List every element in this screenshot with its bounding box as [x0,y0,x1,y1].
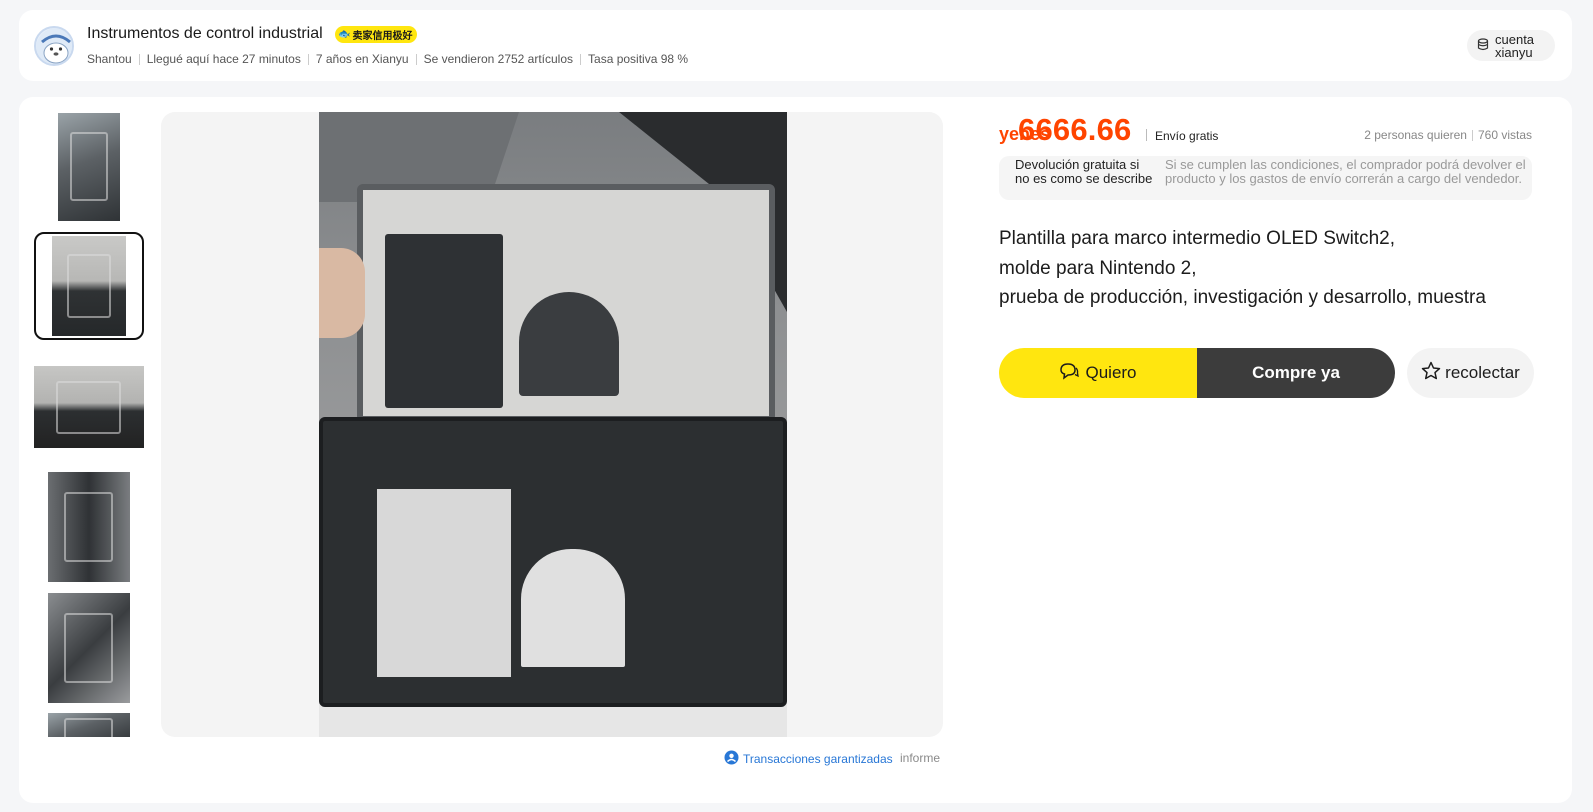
return-policy: Devolución gratuita si no es como se des… [999,156,1532,200]
product-title: Plantilla para marco intermedio OLED Swi… [999,224,1532,313]
finger [319,248,365,338]
seller-last-seen: Llegué aquí hace 27 minutos [146,52,301,66]
chat-bubble-icon [1059,362,1080,385]
divider [415,53,417,65]
divider [1146,129,1147,141]
account-button[interactable]: cuenta xianyu [1467,30,1555,61]
thumbnail[interactable] [34,593,144,703]
frame-bottom-part [319,417,787,707]
image-viewer[interactable] [161,112,943,737]
thumbnail[interactable] [34,472,144,582]
return-policy-title: Devolución gratuita si no es como se des… [1015,157,1153,186]
seller-positive-rate: Tasa positiva 98 % [588,52,689,66]
purchase-buttons: Quiero Compre ya [999,348,1395,398]
shield-user-icon [724,750,739,768]
seller-sold-count: Se vendieron 2752 artículos [423,52,574,66]
price-row: yenes 6666.66 Envío gratis 2 personas qu… [999,112,1532,152]
collect-label: recolectar [1445,363,1520,382]
thumbnail-image [58,113,120,221]
thumbnail-image [34,366,144,448]
divider [138,53,140,65]
thumbnail-image [48,713,130,737]
divider [580,53,582,65]
want-button[interactable]: Quiero [999,348,1197,398]
seller-avatar[interactable] [34,26,74,66]
thumbnail[interactable] [34,713,144,737]
seller-years: 7 años en Xianyu [315,52,409,66]
thumbnail-image [52,236,126,336]
product-card: Transacciones garantizadas informe yenes… [19,97,1572,803]
thumbnail-list[interactable] [34,112,144,737]
star-icon [1421,361,1441,385]
credit-badge: 🐟 卖家信用极好 [335,26,418,43]
return-policy-desc: Si se cumplen las condiciones, el compra… [1165,157,1526,186]
shipping-label: Envío gratis [1155,129,1219,143]
seller-location: Shantou [87,52,132,66]
product-title-line: prueba de producción, investigación y de… [999,287,1486,308]
guarantee-link[interactable]: Transacciones garantizadas [724,750,893,768]
seller-name[interactable]: Instrumentos de control industrial [87,25,323,43]
report-link[interactable]: informe [900,751,940,765]
thumbnail-active[interactable] [34,232,144,340]
credit-badge-label: 卖家信用极好 [352,31,413,42]
divider [1471,129,1473,141]
product-title-line: Plantilla para marco intermedio OLED Swi… [999,228,1396,249]
collect-button[interactable]: recolectar [1407,348,1534,398]
product-photo [319,112,787,737]
account-label: cuenta xianyu [1495,31,1535,60]
thumbnail[interactable] [34,366,144,448]
cylinder-icon [1477,38,1489,53]
seller-meta: Shantou Llegué aquí hace 27 minutos 7 añ… [87,52,688,66]
product-title-line: molde para Nintendo 2, [999,257,1197,279]
want-label: Quiero [1085,363,1137,382]
seller-header: Instrumentos de control industrial 🐟 卖家信… [19,10,1572,81]
guarantee-label: Transacciones garantizadas [743,752,893,766]
wants-count: 2 personas quieren [1364,128,1467,142]
thumbnail-image [48,472,130,582]
frame-top-part [357,184,775,422]
views-count: 760 vistas [1477,128,1532,142]
fish-icon: 🐟 [338,29,351,40]
divider [307,53,309,65]
price-value: 6666.66 [1018,112,1132,147]
thumbnail[interactable] [34,112,144,222]
product-stats: 2 personas quieren 760 vistas [1364,128,1532,142]
product-info: yenes 6666.66 Envío gratis 2 personas qu… [999,112,1534,398]
thumbnail-image [48,593,130,703]
buy-now-button[interactable]: Compre ya [1197,348,1395,398]
